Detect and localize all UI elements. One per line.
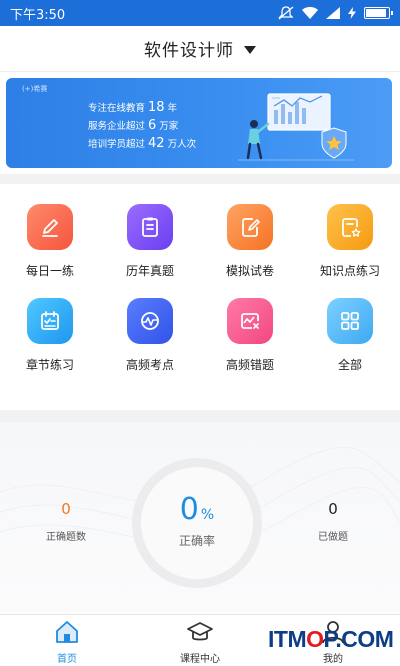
grid-item-frequent-errors[interactable]: 高频错题 <box>200 278 300 378</box>
dropdown-caret-icon <box>244 45 256 54</box>
battery-icon <box>364 7 393 19</box>
stats-panel: 0% 正确率 0 正确题数 0 已做题 <box>0 422 400 612</box>
grid-item-label: 知识点练习 <box>319 264 380 278</box>
grid-item-label: 模拟试卷 <box>225 264 274 278</box>
checklist-icon <box>27 298 73 344</box>
tab-label: 课程中心 <box>180 654 220 665</box>
grid-item-label: 高频考点 <box>125 358 174 372</box>
accuracy-value: 0% <box>179 492 215 527</box>
correct-count-stat: 0 正确题数 <box>26 500 106 543</box>
mute-icon <box>278 6 294 20</box>
grid-item-label: 每日一练 <box>25 264 74 278</box>
grid-item-label: 章节练习 <box>25 358 74 372</box>
grid-item-daily-practice[interactable]: 每日一练 <box>0 184 100 284</box>
watermark: ITMOP.COM <box>268 626 394 652</box>
wifi-icon <box>302 7 318 19</box>
tab-home[interactable]: 首页 <box>17 615 117 666</box>
banner-brand: (+)希赛 <box>22 85 48 93</box>
grid-item-label: 全部 <box>337 358 362 372</box>
subject-selector[interactable]: 软件设计师 <box>0 26 400 72</box>
grid-item-mock-exam[interactable]: 模拟试卷 <box>200 184 300 284</box>
grid-item-knowledge-practice[interactable]: 知识点练习 <box>300 184 400 284</box>
section-divider <box>0 174 400 184</box>
error-chart-icon <box>227 298 273 344</box>
correct-count-label: 正确题数 <box>46 532 86 543</box>
document-icon <box>127 204 173 250</box>
grid-item-label: 历年真题 <box>125 264 174 278</box>
status-icons <box>278 6 393 20</box>
banner-line-2: 服务企业超过 6 万家 <box>88 118 179 133</box>
banner-illustration <box>238 93 354 161</box>
correct-count-value: 0 <box>61 500 71 518</box>
signal-icon <box>326 7 340 19</box>
done-count-label: 已做题 <box>318 532 348 543</box>
page-title: 软件设计师 <box>144 41 234 61</box>
grid-item-key-points[interactable]: 高频考点 <box>100 278 200 378</box>
status-time: 下午3:50 <box>10 7 66 23</box>
tab-label: 首页 <box>57 654 77 665</box>
banner-line-1: 专注在线教育 18 年 <box>88 100 178 115</box>
done-count-stat: 0 已做题 <box>293 500 373 543</box>
home-icon <box>56 621 78 643</box>
done-count-value: 0 <box>328 500 338 518</box>
star-paper-icon <box>327 204 373 250</box>
graduation-cap-icon <box>187 622 213 641</box>
grid-item-past-exams[interactable]: 历年真题 <box>100 184 200 284</box>
grid-icon <box>327 298 373 344</box>
tab-courses[interactable]: 课程中心 <box>150 615 250 666</box>
pencil-icon <box>27 204 73 250</box>
grid-item-chapter-practice[interactable]: 章节练习 <box>0 278 100 378</box>
function-grid: 每日一练 历年真题 模拟试卷 知识点练习 章节练习 高频考点 高频错题 全部 <box>0 184 400 409</box>
grid-item-label: 高频错题 <box>225 358 274 372</box>
promo-banner[interactable]: (+)希赛 专注在线教育 18 年 服务企业超过 6 万家 培训学员超过 42 万人次 <box>6 78 392 168</box>
banner-line-3: 培训学员超过 42 万人次 <box>88 136 197 151</box>
grid-item-all[interactable]: 全部 <box>300 278 400 378</box>
status-bar: 下午3:50 <box>0 0 400 26</box>
wave-chart-icon <box>127 298 173 344</box>
edit-paper-icon <box>227 204 273 250</box>
charging-icon <box>348 7 356 19</box>
accuracy-label: 正确率 <box>178 534 215 548</box>
section-divider <box>0 410 400 422</box>
